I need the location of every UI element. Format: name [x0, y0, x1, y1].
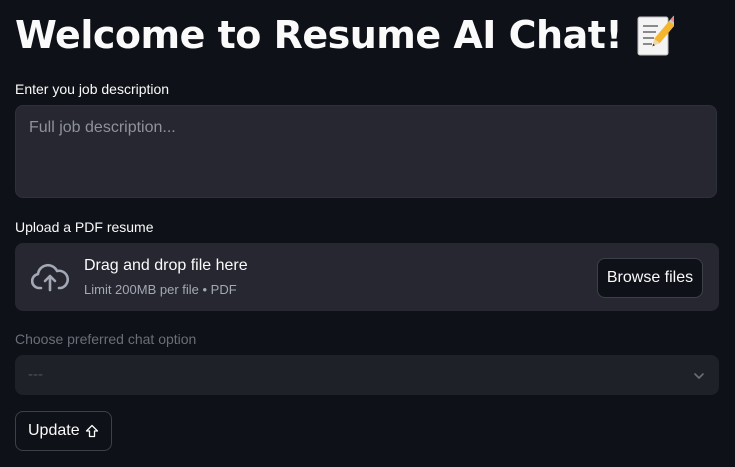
arrow-up-icon: [85, 424, 99, 438]
page-title-text: Welcome to Resume AI Chat!: [15, 13, 623, 57]
page-title: Welcome to Resume AI Chat!: [15, 8, 680, 62]
browse-files-button[interactable]: Browse files: [597, 258, 703, 298]
dropzone-title: Drag and drop file here: [84, 257, 248, 274]
chat-option-label: Choose preferred chat option: [15, 331, 197, 347]
dropzone-limit-text: Limit 200MB per file • PDF: [84, 282, 237, 297]
update-button-label: Update: [28, 422, 80, 439]
job-description-textarea[interactable]: [15, 105, 717, 198]
chat-option-select[interactable]: ---: [15, 355, 719, 395]
chat-option-selected-value: ---: [28, 366, 43, 383]
cloud-upload-icon: [30, 262, 70, 292]
resume-ai-chat-app: Welcome to Resume AI Chat! Enter you job…: [0, 0, 735, 467]
memo-pencil-icon: [636, 13, 680, 57]
upload-resume-label: Upload a PDF resume: [15, 219, 154, 235]
job-description-label: Enter you job description: [15, 81, 170, 97]
chevron-down-icon: [693, 369, 705, 381]
update-button[interactable]: Update: [15, 411, 112, 451]
file-dropzone[interactable]: Drag and drop file here Limit 200MB per …: [15, 243, 719, 311]
